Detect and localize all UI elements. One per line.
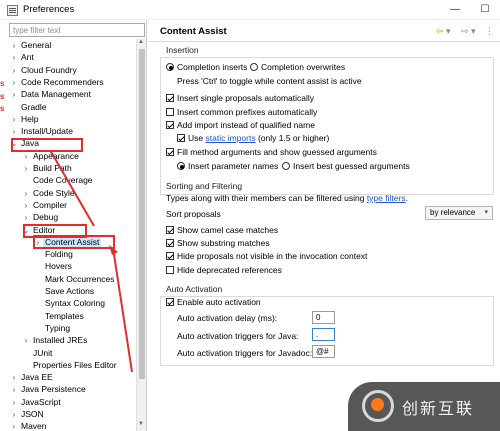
type-filters-text: Types along with their members can be fi… — [166, 193, 408, 204]
sort-proposals-select[interactable]: by relevance ▾ — [425, 206, 493, 220]
type-filters-prefix: Types along with their members can be fi… — [166, 193, 365, 203]
toggle-hint: Press 'Ctrl' to toggle while content ass… — [177, 76, 362, 86]
completion-overwrites-radio[interactable]: Completion overwrites — [250, 62, 345, 73]
javadoc-triggers-label: Auto activation triggers for Javadoc: — [177, 348, 313, 358]
watermark: 创新互联 — [348, 382, 500, 431]
show-substring-label: Show substring matches — [177, 238, 270, 248]
chevron-down-icon: ▾ — [484, 209, 488, 216]
insert-param-names-label: Insert parameter names — [188, 161, 279, 171]
forward-arrow-icon[interactable]: ⇨ — [461, 26, 469, 37]
checkbox-checked-icon — [166, 148, 174, 156]
minimize-button[interactable]: — — [440, 0, 470, 20]
checkbox-checked-icon — [166, 94, 174, 102]
checkbox-checked-icon — [166, 239, 174, 247]
checkbox-checked-icon — [166, 252, 174, 260]
javadoc-triggers-input[interactable]: @# — [312, 345, 335, 358]
checkbox-checked-icon — [166, 226, 174, 234]
java-triggers-input[interactable]: . — [312, 328, 335, 341]
sorting-group-label: Sorting and Filtering — [166, 181, 243, 191]
insert-best-guessed-radio[interactable]: Insert best guessed arguments — [282, 161, 410, 172]
checkbox-checked-icon — [177, 134, 185, 142]
insert-common-checkbox[interactable]: Insert common prefixes automatically — [166, 107, 317, 118]
fill-arguments-checkbox[interactable]: Fill method arguments and show guessed a… — [166, 147, 377, 158]
static-imports-link[interactable]: static imports — [206, 133, 256, 143]
forward-menu-icon[interactable]: ▾ — [471, 26, 476, 37]
hide-invisible-checkbox[interactable]: Hide proposals not visible in the invoca… — [166, 251, 367, 262]
radio-selected-icon — [177, 162, 185, 170]
page-header: Content Assist ⇦ ▾ ⇨ ▾ ⋮ — [148, 20, 500, 42]
watermark-logo-icon — [362, 390, 394, 422]
annotation-arrow — [49, 149, 133, 373]
radio-icon — [250, 63, 258, 71]
delay-label: Auto activation delay (ms): — [177, 313, 278, 323]
sort-value: by relevance — [430, 208, 476, 217]
insert-single-checkbox[interactable]: Insert single proposals automatically — [166, 93, 314, 104]
enable-auto-activation-label: Enable auto activation — [177, 297, 261, 307]
back-arrow-icon[interactable]: ⇦ — [436, 26, 444, 37]
insert-best-guessed-label: Insert best guessed arguments — [293, 161, 410, 171]
completion-inserts-radio[interactable]: Completion inserts — [166, 62, 247, 73]
content-assist-page: Content Assist ⇦ ▾ ⇨ ▾ ⋮ Insertion Compl… — [148, 20, 500, 431]
hide-deprecated-checkbox[interactable]: Hide deprecated references — [166, 265, 282, 276]
sort-proposals-label: Sort proposals — [166, 209, 221, 219]
use-static-imports-checkbox[interactable]: Use static imports (only 1.5 or higher) — [177, 133, 329, 144]
insert-param-names-radio[interactable]: Insert parameter names — [177, 161, 278, 172]
add-import-checkbox[interactable]: Add import instead of qualified name — [166, 120, 315, 131]
fill-arguments-label: Fill method arguments and show guessed a… — [177, 147, 377, 157]
checkbox-checked-icon — [166, 298, 174, 306]
insert-single-label: Insert single proposals automatically — [177, 93, 315, 103]
java-triggers-label: Auto activation triggers for Java: — [177, 331, 299, 341]
page-title: Content Assist — [160, 26, 227, 37]
delay-input[interactable]: 0 — [312, 311, 335, 324]
radio-selected-icon — [166, 63, 174, 71]
maximize-button[interactable]: ☐ — [470, 0, 500, 20]
hide-invisible-label: Hide proposals not visible in the invoca… — [177, 251, 368, 261]
completion-inserts-label: Completion inserts — [177, 62, 248, 72]
back-menu-icon[interactable]: ▾ — [446, 26, 451, 37]
view-menu-icon[interactable]: ⋮ — [485, 26, 494, 37]
checkbox-icon — [166, 108, 174, 116]
show-substring-checkbox[interactable]: Show substring matches — [166, 238, 270, 249]
watermark-text: 创新互联 — [402, 399, 475, 418]
add-import-label: Add import instead of qualified name — [177, 120, 315, 130]
use-label: Use — [188, 133, 204, 143]
completion-overwrites-label: Completion overwrites — [261, 62, 346, 72]
checkbox-checked-icon — [166, 121, 174, 129]
show-camel-label: Show camel case matches — [177, 225, 279, 235]
type-filters-link[interactable]: type filters — [367, 193, 406, 203]
checkbox-icon — [166, 266, 174, 274]
radio-icon — [282, 162, 290, 170]
static-imports-note: (only 1.5 or higher) — [257, 133, 330, 143]
insertion-group-label: Insertion — [166, 45, 199, 55]
insert-common-label: Insert common prefixes automatically — [177, 107, 318, 117]
type-filters-suffix: . — [405, 193, 408, 203]
activation-group-label: Auto Activation — [166, 284, 223, 294]
show-camel-checkbox[interactable]: Show camel case matches — [166, 225, 278, 236]
hide-deprecated-label: Hide deprecated references — [177, 265, 282, 275]
enable-auto-activation-checkbox[interactable]: Enable auto activation — [166, 297, 261, 308]
